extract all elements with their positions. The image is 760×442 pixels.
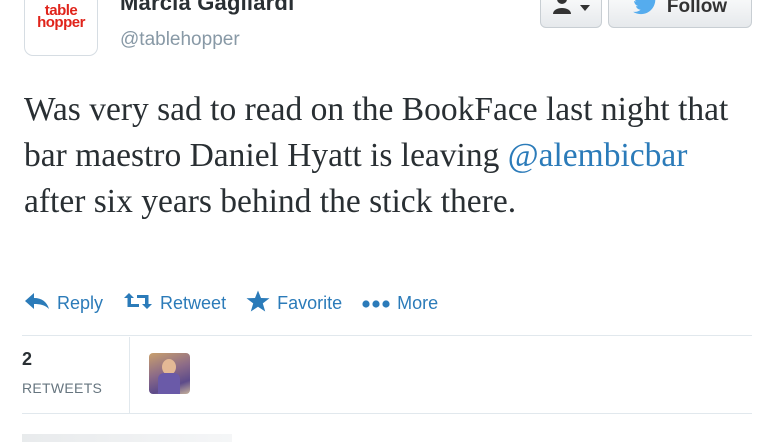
retweet-count-label[interactable]: RETWEETS bbox=[22, 380, 102, 396]
chevron-down-icon bbox=[580, 0, 590, 18]
reply-icon bbox=[24, 291, 50, 316]
twitter-bird-icon bbox=[632, 0, 659, 21]
tablehopper-logo: table hopper bbox=[25, 3, 97, 31]
profile-avatar[interactable]: table hopper bbox=[24, 0, 98, 56]
user-actions-button[interactable] bbox=[540, 0, 602, 28]
retweet-icon bbox=[123, 291, 153, 316]
favorite-label: Favorite bbox=[277, 292, 343, 313]
retweet-label: Retweet bbox=[160, 292, 227, 313]
star-icon bbox=[246, 290, 270, 317]
timestamp-placeholder bbox=[22, 434, 232, 442]
stats-divider-bottom bbox=[22, 413, 752, 414]
more-dots-icon bbox=[362, 293, 390, 314]
reply-button[interactable]: Reply bbox=[24, 291, 103, 316]
favorite-button[interactable]: Favorite bbox=[246, 290, 342, 317]
retweet-count[interactable]: 2 bbox=[22, 349, 32, 370]
stats-separator bbox=[129, 337, 130, 413]
user-handle[interactable]: @tablehopper bbox=[120, 29, 240, 51]
mention-link[interactable]: @alembicbar bbox=[508, 137, 688, 174]
person-icon bbox=[552, 0, 572, 21]
more-label: More bbox=[397, 292, 439, 313]
tweet-text: Was very sad to read on the BookFace las… bbox=[24, 87, 740, 225]
retweeter-body bbox=[158, 373, 180, 394]
display-name[interactable]: Marcia Gagliardi bbox=[120, 0, 294, 16]
more-button[interactable]: More bbox=[362, 293, 438, 314]
tweet-actions: Reply Retweet Favorite More bbox=[24, 290, 458, 316]
logo-line-2: hopper bbox=[37, 14, 85, 31]
retweet-button[interactable]: Retweet bbox=[123, 291, 226, 316]
follow-button[interactable]: Follow bbox=[608, 0, 752, 28]
stats-divider-top bbox=[22, 335, 752, 336]
follow-label: Follow bbox=[666, 0, 728, 17]
tweet-text-after: after six years behind the stick there. bbox=[24, 183, 517, 220]
retweeter-avatar[interactable] bbox=[149, 353, 190, 394]
reply-label: Reply bbox=[57, 292, 104, 313]
